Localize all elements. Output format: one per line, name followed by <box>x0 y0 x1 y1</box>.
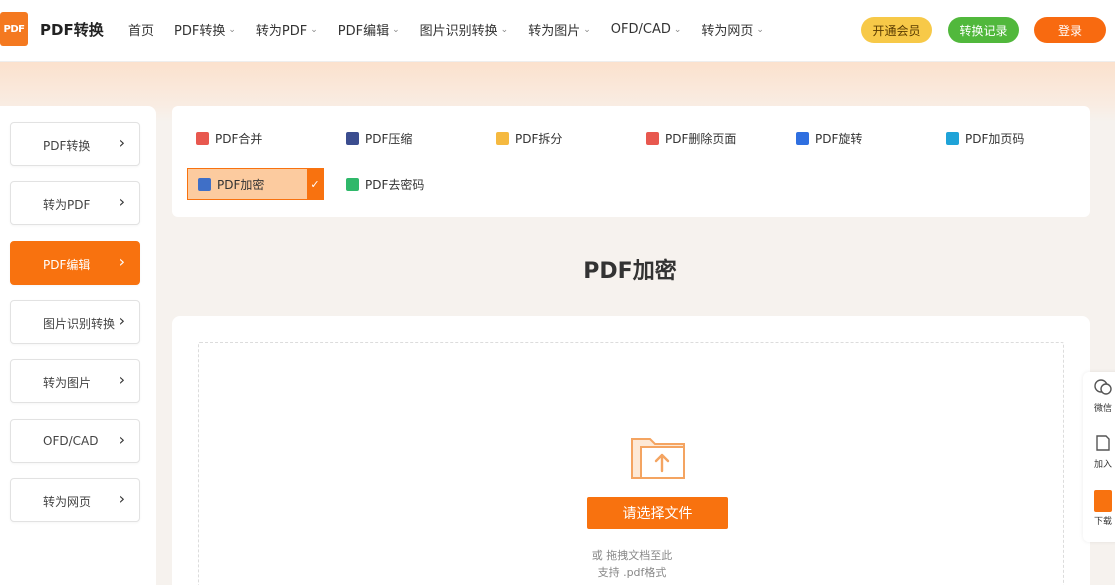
chevron-down-icon: ⌄ <box>583 24 591 35</box>
nav-item-image-ocr[interactable]: 图片识别转换 ⌄ <box>420 20 509 39</box>
tool-pdf-page-numbers[interactable]: PDF加页码 <box>946 122 1024 154</box>
nav-item-home[interactable]: 首页 <box>128 20 154 39</box>
sidebar-item-image-ocr[interactable]: 图片识别转换 › <box>10 300 140 344</box>
sidebar-item-to-image[interactable]: 转为图片 › <box>10 359 140 403</box>
nav-label: PDF转换 <box>174 24 226 39</box>
top-header: PDF PDF转换 首页 PDF转换 ⌄ 转为PDF ⌄ PDF编辑 ⌄ 图片识别转换… <box>0 0 1115 62</box>
sidebar-item-to-web[interactable]: 转为网页 › <box>10 478 140 522</box>
nav-label: 转为PDF <box>255 24 308 39</box>
chevron-down-icon: ⌄ <box>228 24 236 35</box>
compress-icon <box>346 131 359 145</box>
nav-item-to-image[interactable]: 转为图片 ⌄ <box>528 20 591 39</box>
nav-item-to-pdf[interactable]: 转为PDF ⌄ <box>256 20 318 39</box>
nav-label: PDF编辑 <box>337 24 390 39</box>
chevron-right-icon: › <box>118 489 125 508</box>
sidebar-item-label: 转为图片 <box>43 376 92 390</box>
tool-pdf-compress[interactable]: PDF压缩 <box>346 122 412 154</box>
nav-item-pdf-convert[interactable]: PDF转换 ⌄ <box>174 20 236 39</box>
float-label: 下载 <box>1093 517 1112 527</box>
folder-upload-icon <box>631 438 685 479</box>
nav-label: 首页 <box>128 24 155 39</box>
float-item-wechat[interactable]: 微信 <box>1083 378 1115 414</box>
tool-pdf-encrypt[interactable]: PDF加密 ✓ <box>187 168 324 200</box>
rotate-icon <box>796 131 809 145</box>
upload-card: 请选择文件 或 拖拽文档至此 支持 .pdf格式 <box>172 316 1090 585</box>
float-label: 微信 <box>1093 404 1112 414</box>
tool-pdf-split[interactable]: PDF拆分 <box>496 122 562 154</box>
sidebar-item-ofd-cad[interactable]: OFD/CAD › <box>10 419 140 463</box>
float-label: 加入 <box>1093 460 1112 470</box>
drag-hint: 或 拖拽文档至此 <box>591 549 673 562</box>
chevron-down-icon: ⌄ <box>500 24 509 35</box>
sidebar-item-label: PDF转换 <box>43 139 91 153</box>
file-drop-zone[interactable]: 请选择文件 或 拖拽文档至此 支持 .pdf格式 <box>198 342 1064 585</box>
chevron-down-icon: ⌄ <box>756 24 764 35</box>
tool-label: PDF删除页面 <box>665 131 737 146</box>
float-item-bookmark[interactable]: 加入 <box>1083 434 1115 470</box>
sidebar-item-label: OFD/CAD <box>43 434 99 448</box>
chevron-right-icon: › <box>118 311 125 330</box>
nav-item-to-web[interactable]: 转为网页 ⌄ <box>701 20 764 39</box>
wechat-icon <box>1094 379 1112 395</box>
chevron-right-icon: › <box>118 430 125 449</box>
chevron-down-icon: ⌄ <box>392 24 400 35</box>
login-button[interactable]: 登录 <box>1034 17 1106 43</box>
chevron-right-icon: › <box>118 370 125 389</box>
merge-icon <box>196 131 209 145</box>
floating-toolbar: 微信 加入 下载 <box>1083 372 1115 542</box>
nav-item-ofd-cad[interactable]: OFD/CAD ⌄ <box>611 20 682 39</box>
page-title: PDF加密 <box>583 259 677 284</box>
nav-label: OFD/CAD <box>610 22 671 37</box>
chevron-down-icon: ⌄ <box>673 24 682 35</box>
tool-label: PDF旋转 <box>815 131 863 146</box>
lock-icon <box>198 177 211 191</box>
tool-label: PDF去密码 <box>365 177 425 192</box>
tool-label: PDF拆分 <box>515 131 563 146</box>
conversion-history-button[interactable]: 转换记录 <box>948 17 1019 43</box>
delete-page-icon <box>646 131 659 145</box>
download-app-icon <box>1094 490 1112 512</box>
sidebar-item-to-pdf[interactable]: 转为PDF › <box>10 181 140 225</box>
format-hint: 支持 .pdf格式 <box>597 566 667 579</box>
tool-pdf-remove-password[interactable]: PDF去密码 <box>346 168 424 200</box>
bookmark-icon <box>1096 435 1110 451</box>
brand-name[interactable]: PDF转换 <box>40 19 104 40</box>
logo[interactable]: PDF <box>0 12 28 46</box>
tool-label: PDF加密 <box>217 177 265 192</box>
main-nav: 首页 PDF转换 ⌄ 转为PDF ⌄ PDF编辑 ⌄ 图片识别转换 ⌄ 转为图片 ⌄ OF… <box>128 20 784 39</box>
sidebar-item-label: 转为PDF <box>43 198 91 212</box>
check-icon: ✓ <box>307 169 323 199</box>
logo-text: PDF <box>3 23 25 35</box>
unlock-icon <box>346 177 359 191</box>
sidebar-item-pdf-convert[interactable]: PDF转换 › <box>10 122 140 166</box>
chevron-down-icon: ⌄ <box>310 24 318 35</box>
nav-label: 图片识别转换 <box>419 24 498 39</box>
chevron-right-icon: › <box>118 133 125 152</box>
float-item-download[interactable]: 下载 <box>1083 490 1115 527</box>
vip-button[interactable]: 开通会员 <box>861 17 932 43</box>
tool-pdf-rotate[interactable]: PDF旋转 <box>796 122 862 154</box>
sidebar-item-label: 转为网页 <box>43 495 92 509</box>
tool-pdf-merge[interactable]: PDF合并 <box>196 122 262 154</box>
sidebar-item-label: 图片识别转换 <box>43 317 116 331</box>
tool-label: PDF加页码 <box>965 131 1025 146</box>
nav-label: 转为图片 <box>528 24 581 39</box>
tool-label: PDF合并 <box>215 131 263 146</box>
split-icon <box>496 131 509 145</box>
choose-file-button[interactable]: 请选择文件 <box>587 497 728 529</box>
nav-label: 转为网页 <box>701 24 754 39</box>
category-sidebar: PDF转换 › 转为PDF › PDF编辑 › 图片识别转换 › 转为图片 › OFD/C… <box>0 106 156 585</box>
chevron-right-icon: › <box>118 192 125 211</box>
tool-pdf-delete-pages[interactable]: PDF删除页面 <box>646 122 736 154</box>
nav-item-pdf-edit[interactable]: PDF编辑 ⌄ <box>338 20 400 39</box>
page-number-icon <box>946 131 959 145</box>
tool-label: PDF压缩 <box>365 131 413 146</box>
tools-panel: PDF合并 PDF压缩 PDF拆分 PDF删除页面 PDF旋转 PDF加页码 P… <box>172 106 1090 217</box>
